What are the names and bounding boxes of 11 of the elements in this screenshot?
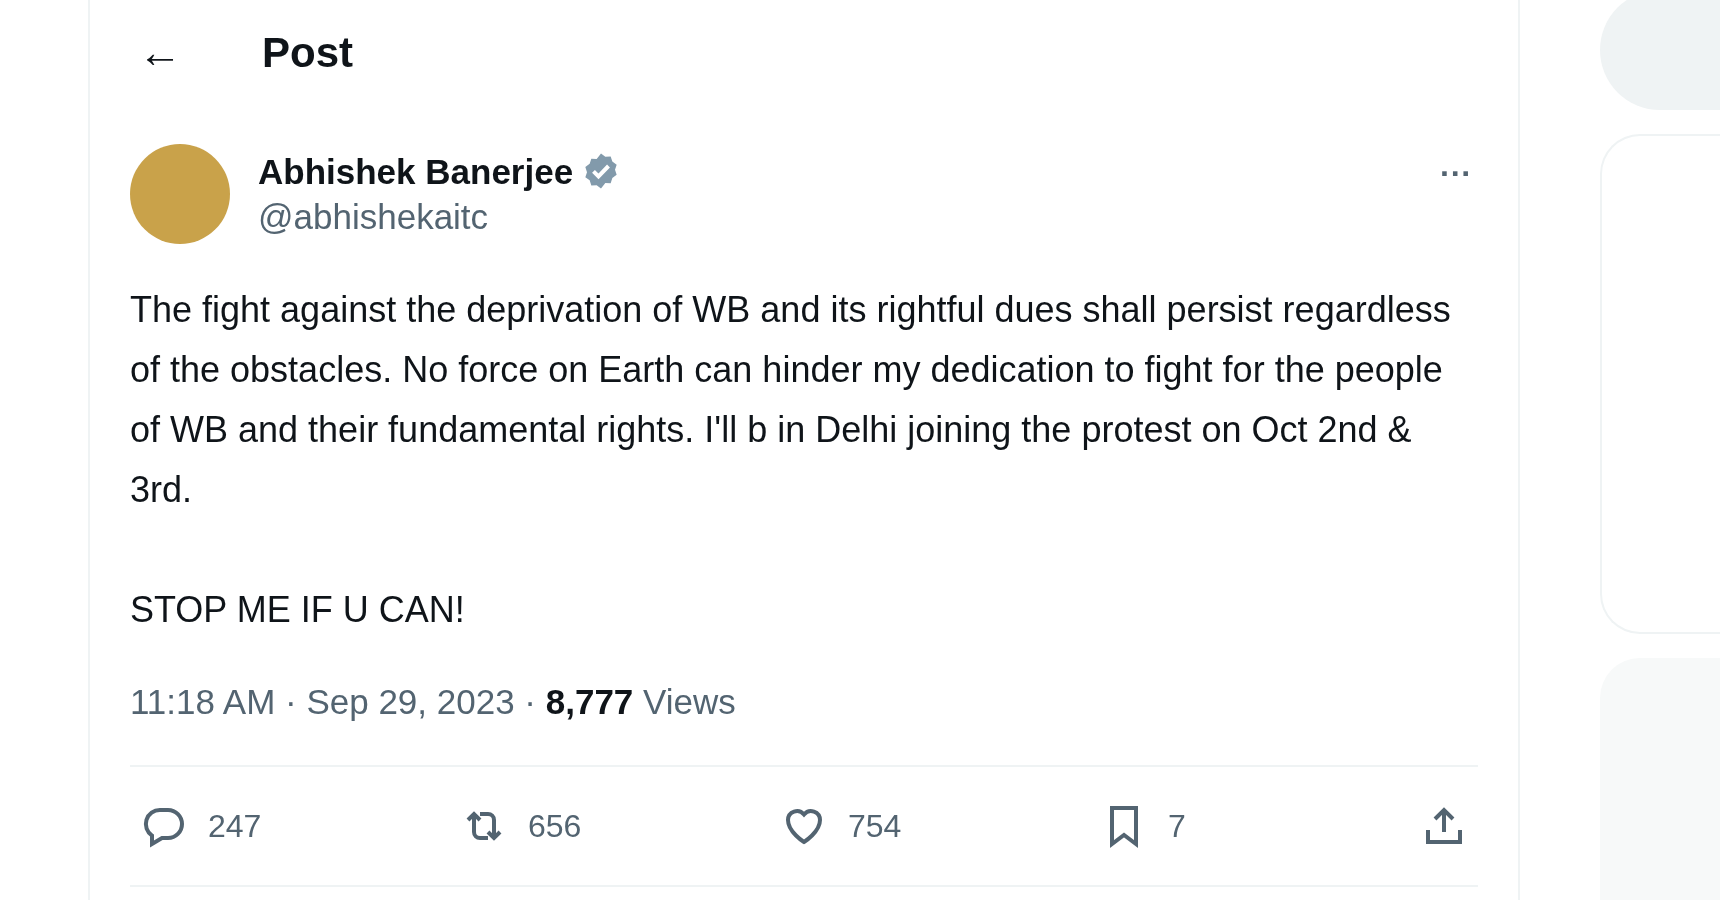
- more-button[interactable]: ···: [1434, 148, 1478, 198]
- author-name[interactable]: Abhishek Banerjee: [258, 148, 574, 194]
- reply-button[interactable]: 247: [140, 801, 460, 850]
- like-button[interactable]: 754: [780, 801, 1100, 850]
- author-handle[interactable]: @abhishekaitc: [258, 194, 622, 240]
- bookmark-button[interactable]: 7: [1100, 801, 1420, 850]
- page-title: Post: [262, 27, 353, 78]
- post-meta: 11:18 AM · Sep 29, 2023 · 8,777 Views: [130, 681, 737, 723]
- post-text: The fight against the deprivation of WB and its rightful dues shall persist regardless of the obstacles. No force on Earth can hinder my dedication to fight for the people of WB and their fundamental rights. I'll b in Delhi joining the protest on Oct 2nd & 3rd. STOP ME IF U CAN!: [130, 288, 1452, 632]
- repost-button[interactable]: 656: [460, 801, 780, 850]
- back-button[interactable]: ←: [130, 30, 190, 74]
